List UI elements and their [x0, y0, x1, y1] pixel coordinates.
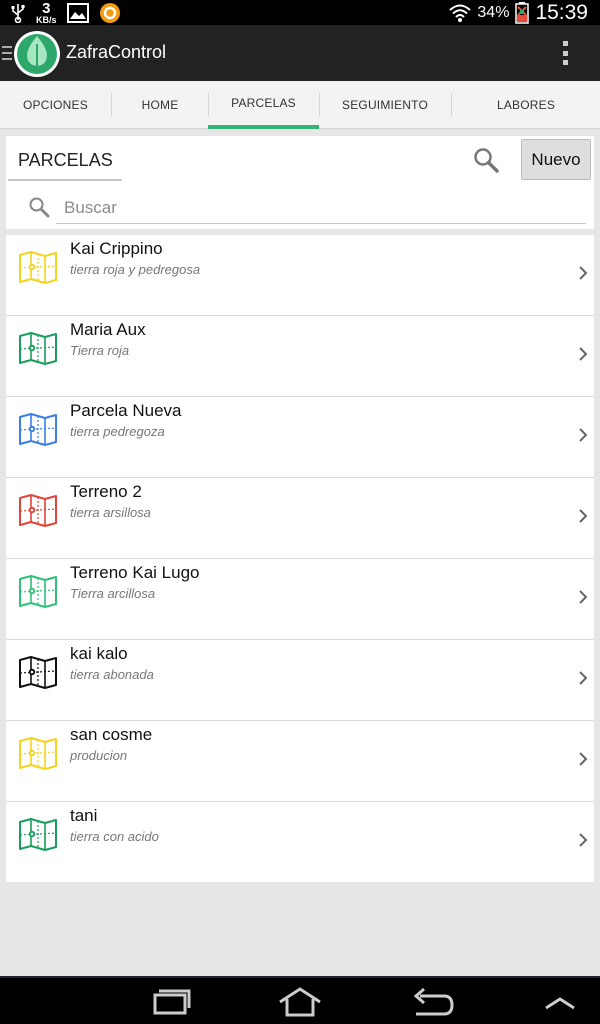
- parcel-name: Terreno 2: [70, 482, 142, 501]
- parcel-description: Tierra arcillosa: [70, 586, 156, 601]
- app-title: ZafraControl: [66, 42, 167, 62]
- leaf-logo-icon[interactable]: [13, 30, 61, 78]
- parcel-description: tierra abonada: [70, 667, 154, 682]
- map-icon: [19, 332, 57, 365]
- net-speed-unit: KB/s: [36, 14, 57, 25]
- parcel-name: Maria Aux: [70, 320, 146, 339]
- chevron-right-icon: [579, 833, 588, 847]
- chevron-up-icon[interactable]: [530, 986, 590, 1018]
- parcels-header-card: PARCELAS Nuevo: [6, 136, 594, 229]
- parcel-description: tierra roja y pedregosa: [70, 262, 201, 277]
- parcel-name: Parcela Nueva: [70, 401, 182, 420]
- parcel-list: Kai Crippino tierra roja y pedregosa Mar…: [6, 235, 594, 882]
- navigation-bar: [0, 976, 600, 1024]
- list-item[interactable]: tani tierra con acido: [6, 802, 594, 883]
- new-parcel-button[interactable]: Nuevo: [521, 139, 591, 180]
- tab-opciones[interactable]: OPCIONES: [0, 81, 111, 129]
- parcel-name: tani: [70, 806, 98, 825]
- chevron-right-icon: [579, 752, 588, 766]
- clock: 15:39: [535, 0, 588, 24]
- action-bar: ZafraControl: [0, 25, 600, 81]
- tab-home[interactable]: HOME: [112, 81, 208, 129]
- net-speed: 3 KB/s: [36, 1, 57, 25]
- image-icon: [66, 2, 89, 23]
- tab-labores[interactable]: LABORES: [452, 81, 600, 129]
- map-icon: [19, 251, 57, 284]
- parcel-description: Tierra roja: [70, 343, 130, 358]
- chevron-right-icon: [579, 428, 588, 442]
- home-icon[interactable]: [270, 986, 330, 1018]
- tab-bar: OPCIONES HOME PARCELAS SEGUIMIENTO LABOR…: [0, 81, 600, 129]
- parcel-description: producion: [70, 748, 128, 763]
- tab-seguimiento[interactable]: SEGUIMIENTO: [320, 81, 450, 129]
- parcel-name: san cosme: [70, 725, 153, 744]
- status-left: 3 KB/s: [10, 0, 121, 25]
- search-icon[interactable]: [472, 146, 500, 174]
- list-item[interactable]: Terreno 2 tierra arsillosa: [6, 478, 594, 559]
- chevron-right-icon: [579, 347, 588, 361]
- list-item[interactable]: Parcela Nueva tierra pedregoza: [6, 397, 594, 478]
- parcel-description: tierra con acido: [70, 829, 159, 844]
- status-bar: 3 KB/s 34% 15:39: [0, 0, 600, 25]
- parcel-name: Kai Crippino: [70, 239, 163, 258]
- map-icon: [19, 656, 57, 689]
- list-item[interactable]: Terreno Kai Lugo Tierra arcillosa: [6, 559, 594, 640]
- tab-parcelas[interactable]: PARCELAS: [208, 81, 319, 129]
- chevron-right-icon: [579, 590, 588, 604]
- list-item[interactable]: Maria Aux Tierra roja: [6, 316, 594, 397]
- chevron-right-icon: [579, 671, 588, 685]
- battery-icon: [515, 1, 530, 24]
- map-icon: [19, 494, 57, 527]
- section-title: PARCELAS: [8, 144, 122, 181]
- chevron-right-icon: [579, 266, 588, 280]
- map-icon: [19, 737, 57, 770]
- net-speed-value: 3: [42, 0, 51, 17]
- list-item[interactable]: Kai Crippino tierra roja y pedregosa: [6, 235, 594, 316]
- map-icon: [19, 413, 57, 446]
- search-input[interactable]: [56, 192, 586, 224]
- search-field-icon: [29, 197, 50, 218]
- app-notify-icon: [99, 2, 120, 23]
- wifi-icon: [449, 4, 472, 22]
- list-item[interactable]: kai kalo tierra abonada: [6, 640, 594, 721]
- usb-icon: [11, 3, 25, 23]
- parcel-description: tierra pedregoza: [70, 424, 165, 439]
- overflow-menu-icon[interactable]: [563, 41, 571, 65]
- map-icon: [19, 818, 57, 851]
- back-icon[interactable]: [400, 986, 460, 1018]
- battery-percent: 34%: [477, 3, 510, 21]
- drawer-menu-icon[interactable]: [2, 46, 12, 60]
- parcel-name: kai kalo: [70, 644, 128, 663]
- status-right: 34% 15:39: [449, 0, 588, 25]
- parcel-name: Terreno Kai Lugo: [70, 563, 200, 582]
- map-icon: [19, 575, 57, 608]
- parcel-description: tierra arsillosa: [70, 505, 151, 520]
- chevron-right-icon: [579, 509, 588, 523]
- list-item[interactable]: san cosme producion: [6, 721, 594, 802]
- recent-apps-icon[interactable]: [140, 986, 200, 1018]
